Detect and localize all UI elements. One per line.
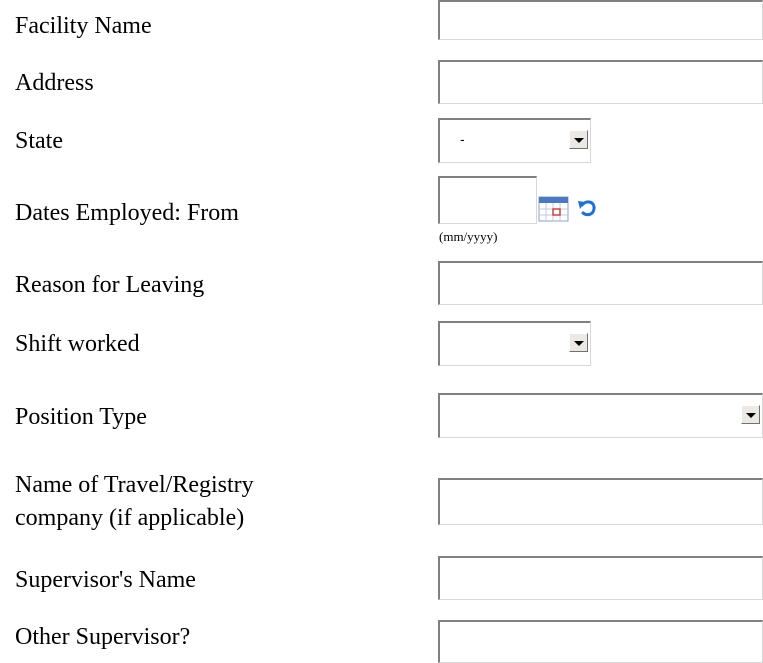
shift-dropdown-button[interactable] — [569, 333, 588, 352]
state-dropdown-button[interactable] — [569, 130, 588, 149]
date-format-hint: (mm/yyyy) — [439, 229, 498, 244]
undo-icon[interactable] — [576, 198, 598, 218]
travel-registry-label-line2: company (if applicable) — [15, 505, 245, 531]
shift-worked-select[interactable] — [438, 321, 591, 366]
dates-employed-label: Dates Employed: From — [15, 200, 239, 226]
travel-registry-label-line1: Name of Travel/Registry — [15, 472, 254, 498]
address-label: Address — [15, 70, 94, 96]
position-type-label: Position Type — [15, 404, 147, 430]
address-input[interactable] — [438, 60, 763, 104]
date-from-input[interactable] — [438, 176, 537, 224]
position-type-select[interactable] — [438, 393, 763, 438]
state-select[interactable]: - — [438, 118, 591, 163]
shift-worked-label: Shift worked — [15, 331, 140, 357]
supervisor-name-input[interactable] — [438, 556, 763, 600]
supervisor-name-label: Supervisor's Name — [15, 567, 196, 593]
facility-name-input[interactable] — [438, 0, 763, 40]
reason-for-leaving-input[interactable] — [438, 261, 763, 305]
reason-for-leaving-label: Reason for Leaving — [15, 272, 205, 298]
calendar-icon[interactable] — [538, 196, 569, 222]
travel-registry-input[interactable] — [438, 478, 763, 525]
facility-name-label: Facility Name — [15, 13, 152, 39]
other-supervisor-label: Other Supervisor? — [15, 624, 191, 650]
other-supervisor-input[interactable] — [438, 620, 763, 663]
state-select-value: - — [460, 131, 465, 147]
position-type-dropdown-button[interactable] — [741, 405, 760, 424]
state-label: State — [15, 128, 63, 154]
work-history-form: { "form": { "facility_name": { "label": … — [0, 0, 763, 663]
